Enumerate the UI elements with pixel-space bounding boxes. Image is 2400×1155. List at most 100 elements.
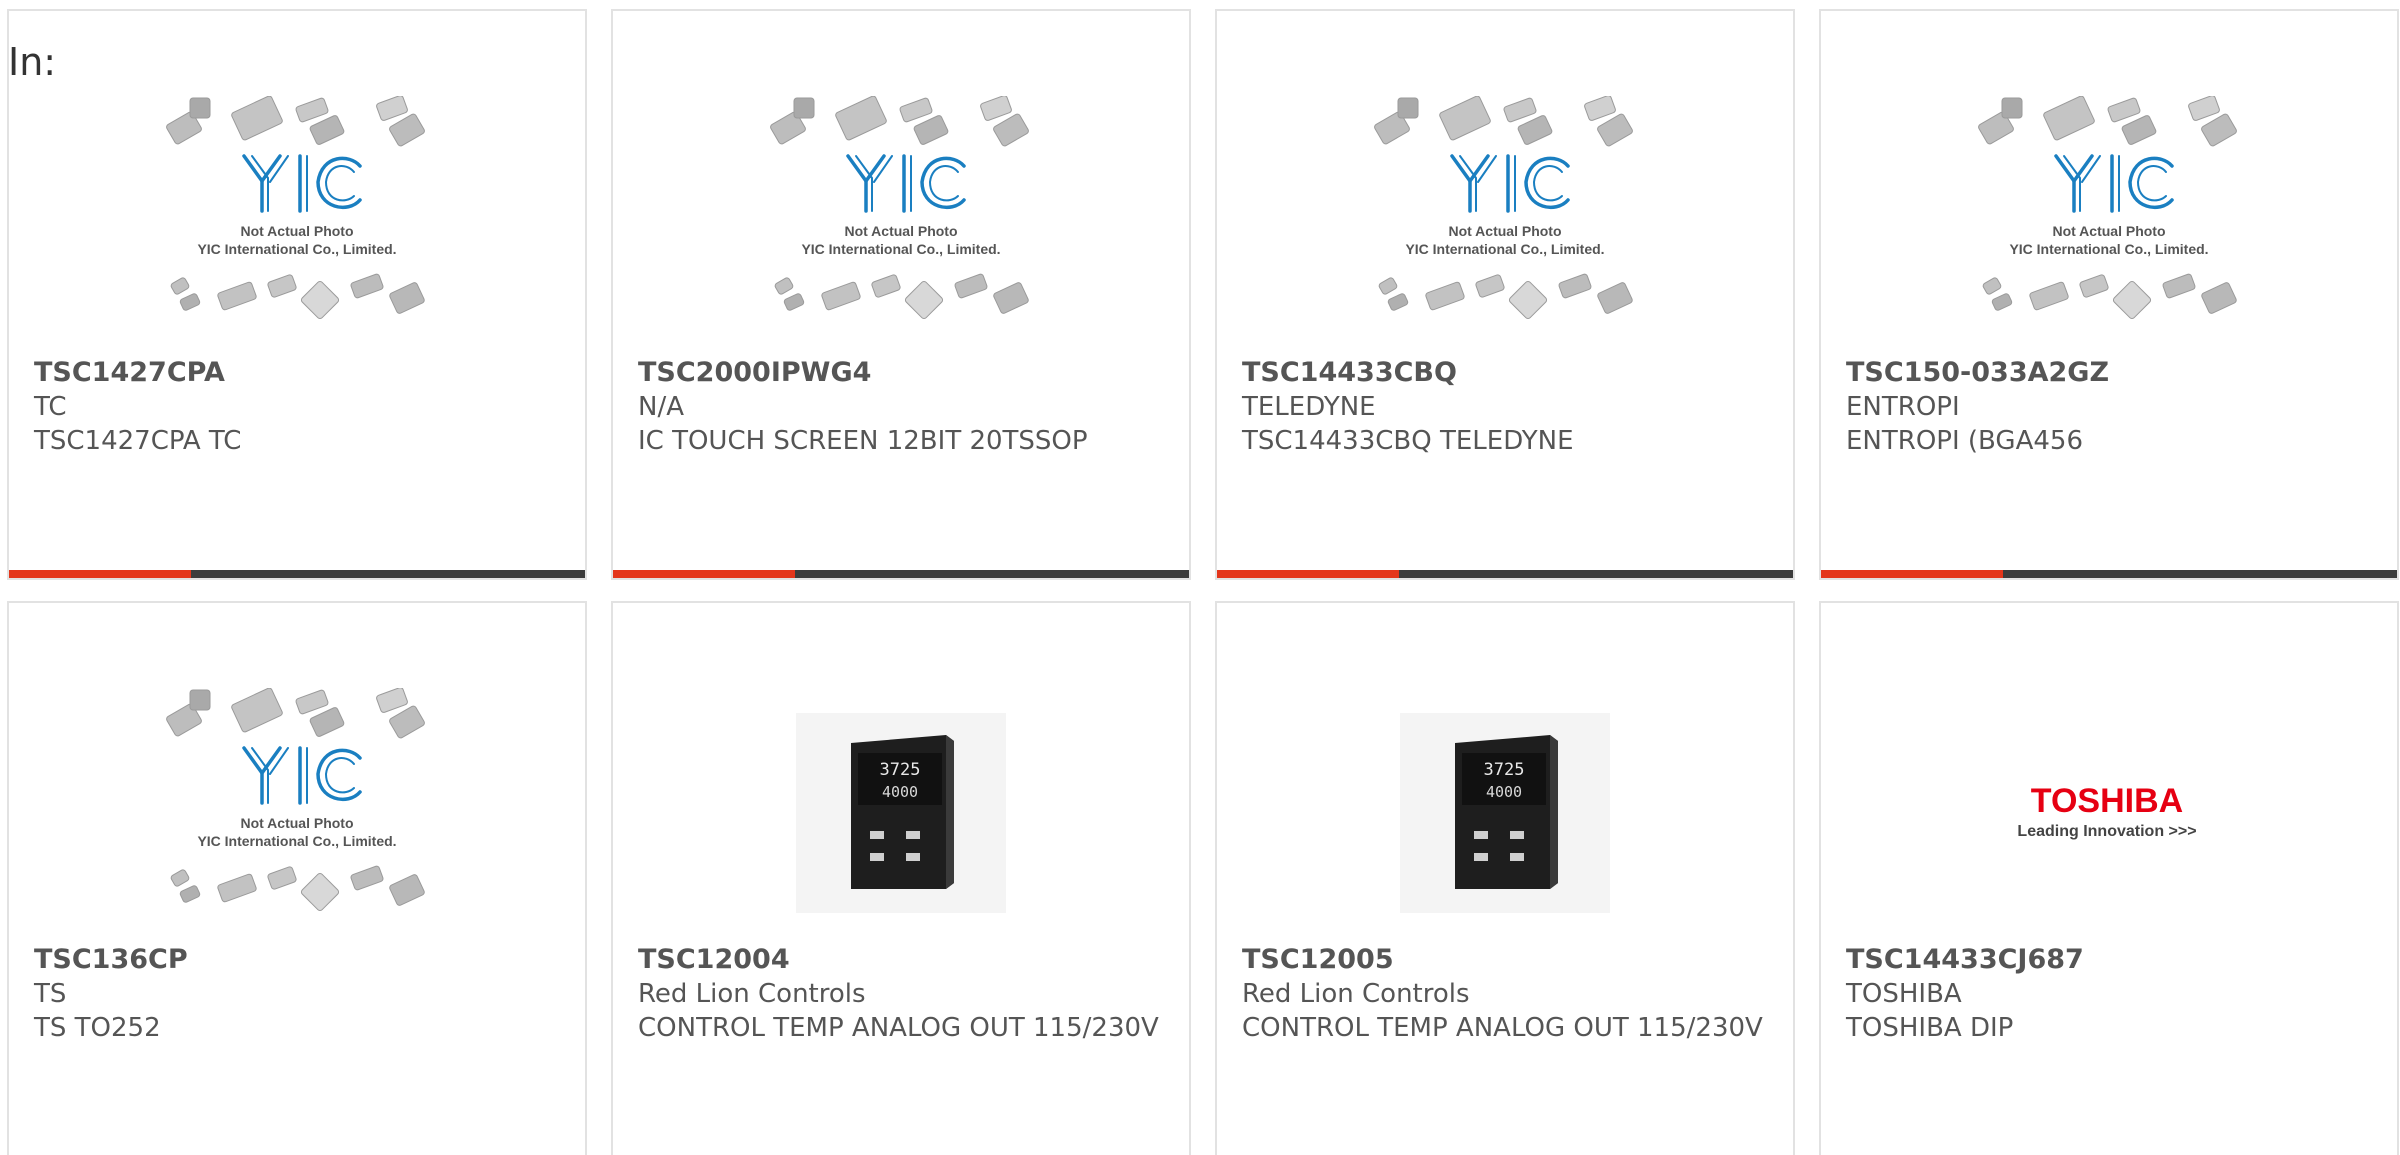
- card-accent: [1217, 570, 1399, 578]
- svg-text:Not Actual Photo: Not Actual Photo: [240, 223, 353, 239]
- yic-placeholder-image: Not Actual Photo YIC International Co., …: [1978, 96, 2237, 320]
- chip-cluster-top: [1374, 96, 1633, 147]
- product-card[interactable]: TOSHIBA Leading Innovation >>> TSC14433C…: [1819, 601, 2399, 1155]
- yic-logo: [846, 154, 966, 213]
- description: CONTROL TEMP ANALOG OUT 115/230V: [1242, 1013, 1763, 1043]
- yic-logo: [2054, 154, 2174, 213]
- part-number-link[interactable]: TSC14433CBQ: [1242, 356, 1773, 390]
- part-number-link[interactable]: TSC136CP: [34, 943, 565, 977]
- product-text: TSC12004 Red Lion Controls CONTROL TEMP …: [638, 943, 1169, 1045]
- product-card[interactable]: Not Actual Photo YIC International Co., …: [611, 9, 1191, 580]
- part-number-link[interactable]: TSC150-033A2GZ: [1846, 356, 2377, 390]
- product-image[interactable]: Not Actual Photo YIC International Co., …: [1217, 96, 1793, 346]
- product-image[interactable]: Not Actual Photo YIC International Co., …: [613, 96, 1189, 346]
- yic-placeholder-image: Not Actual Photo YIC International Co., …: [166, 96, 425, 320]
- description: TS TO252: [34, 1013, 161, 1043]
- product-image[interactable]: Not Actual Photo YIC International Co., …: [1821, 96, 2397, 346]
- description: TSC1427CPA TC: [34, 426, 242, 456]
- manufacturer: TELEDYNE: [1242, 392, 1376, 422]
- card-accent: [9, 570, 191, 578]
- manufacturer: TS: [34, 979, 67, 1009]
- product-card[interactable]: Not Actual Photo YIC International Co., …: [1215, 9, 1795, 580]
- product-grid: Not Actual Photo YIC International Co., …: [7, 9, 2399, 1155]
- chip-cluster-top: [1978, 96, 2237, 147]
- yic-placeholder-image: Not Actual Photo YIC International Co., …: [1374, 96, 1633, 320]
- part-number-link[interactable]: TSC2000IPWG4: [638, 356, 1169, 390]
- chip-cluster-bottom: [774, 273, 1029, 320]
- description: ENTROPI (BGA456: [1846, 426, 2083, 456]
- manufacturer: ENTROPI: [1846, 392, 1960, 422]
- controller-body: 3725 4000: [851, 735, 954, 889]
- part-number-link[interactable]: TSC1427CPA: [34, 356, 565, 390]
- svg-text:Not Actual Photo: Not Actual Photo: [240, 815, 353, 831]
- part-number-link[interactable]: TSC12004: [638, 943, 1169, 977]
- card-bottom-bar: [1821, 570, 2397, 578]
- description: TOSHIBA DIP: [1846, 1013, 2014, 1043]
- product-text: TSC1427CPA TC TSC1427CPA TC: [34, 356, 565, 458]
- chip-cluster-top: [166, 96, 425, 147]
- manufacturer: TC: [34, 392, 67, 422]
- svg-text:YIC International Co., Limited: YIC International Co., Limited.: [197, 833, 396, 849]
- card-bottom-bar: [613, 570, 1189, 578]
- controller-image: 3725 4000: [1400, 713, 1610, 913]
- description: CONTROL TEMP ANALOG OUT 115/230V: [638, 1013, 1159, 1043]
- svg-text:3725: 3725: [880, 760, 921, 780]
- svg-text:YIC International Co., Limited: YIC International Co., Limited.: [2009, 241, 2208, 257]
- product-image[interactable]: Not Actual Photo YIC International Co., …: [9, 688, 585, 938]
- in-label: In:: [8, 40, 57, 84]
- page: In: Not Actual Photo YIC International C…: [0, 0, 2400, 1155]
- yic-logo: [1450, 154, 1570, 213]
- svg-text:4000: 4000: [882, 783, 918, 801]
- product-card[interactable]: Not Actual Photo YIC International Co., …: [7, 601, 587, 1155]
- svg-text:3725: 3725: [1484, 760, 1525, 780]
- chip-cluster-bottom: [170, 865, 425, 912]
- product-text: TSC136CP TS TS TO252: [34, 943, 565, 1045]
- svg-text:Not Actual Photo: Not Actual Photo: [844, 223, 957, 239]
- product-card[interactable]: 3725 4000 TSC12004 Red Lion Controls CON…: [611, 601, 1191, 1155]
- product-text: TSC2000IPWG4 N/A IC TOUCH SCREEN 12BIT 2…: [638, 356, 1169, 458]
- product-text: TSC14433CBQ TELEDYNE TSC14433CBQ TELEDYN…: [1242, 356, 1773, 458]
- product-image[interactable]: TOSHIBA Leading Innovation >>>: [1821, 688, 2397, 938]
- product-image[interactable]: 3725 4000: [613, 688, 1189, 938]
- chip-cluster-bottom: [1378, 273, 1633, 320]
- card-bottom-bar: [9, 570, 585, 578]
- svg-text:YIC International Co., Limited: YIC International Co., Limited.: [197, 241, 396, 257]
- yic-logo: [242, 746, 362, 805]
- product-text: TSC150-033A2GZ ENTROPI ENTROPI (BGA456: [1846, 356, 2377, 458]
- svg-text:Not Actual Photo: Not Actual Photo: [1448, 223, 1561, 239]
- svg-text:Leading Innovation >>>: Leading Innovation >>>: [2017, 823, 2196, 840]
- svg-text:TOSHIBA: TOSHIBA: [2031, 782, 2183, 820]
- product-card[interactable]: Not Actual Photo YIC International Co., …: [1819, 9, 2399, 580]
- product-image[interactable]: Not Actual Photo YIC International Co., …: [9, 96, 585, 346]
- part-number-link[interactable]: TSC12005: [1242, 943, 1773, 977]
- manufacturer: Red Lion Controls: [1242, 979, 1470, 1009]
- description: IC TOUCH SCREEN 12BIT 20TSSOP: [638, 426, 1088, 456]
- part-number-link[interactable]: TSC14433CJ687: [1846, 943, 2377, 977]
- product-image[interactable]: 3725 4000: [1217, 688, 1793, 938]
- svg-text:YIC International Co., Limited: YIC International Co., Limited.: [1405, 241, 1604, 257]
- manufacturer: Red Lion Controls: [638, 979, 866, 1009]
- yic-placeholder-image: Not Actual Photo YIC International Co., …: [166, 688, 425, 912]
- svg-text:Not Actual Photo: Not Actual Photo: [2052, 223, 2165, 239]
- product-text: TSC14433CJ687 TOSHIBA TOSHIBA DIP: [1846, 943, 2377, 1045]
- product-text: TSC12005 Red Lion Controls CONTROL TEMP …: [1242, 943, 1773, 1045]
- card-bottom-bar: [1217, 570, 1793, 578]
- card-accent: [613, 570, 795, 578]
- manufacturer: N/A: [638, 392, 684, 422]
- toshiba-logo-image: TOSHIBA Leading Innovation >>>: [2017, 782, 2196, 840]
- card-accent: [1821, 570, 2003, 578]
- description: TSC14433CBQ TELEDYNE: [1242, 426, 1574, 456]
- chip-cluster-top: [166, 688, 425, 739]
- chip-cluster-bottom: [170, 273, 425, 320]
- chip-cluster-top: [770, 96, 1029, 147]
- product-card[interactable]: 3725 4000 TSC12005 Red Lion Controls CON…: [1215, 601, 1795, 1155]
- product-card[interactable]: Not Actual Photo YIC International Co., …: [7, 9, 587, 580]
- chip-cluster-bottom: [1982, 273, 2237, 320]
- manufacturer: TOSHIBA: [1846, 979, 1962, 1009]
- controller-image: 3725 4000: [796, 713, 1006, 913]
- controller-body: 3725 4000: [1455, 735, 1558, 889]
- svg-text:YIC International Co., Limited: YIC International Co., Limited.: [801, 241, 1000, 257]
- yic-logo: [242, 154, 362, 213]
- svg-text:4000: 4000: [1486, 783, 1522, 801]
- yic-placeholder-image: Not Actual Photo YIC International Co., …: [770, 96, 1029, 320]
